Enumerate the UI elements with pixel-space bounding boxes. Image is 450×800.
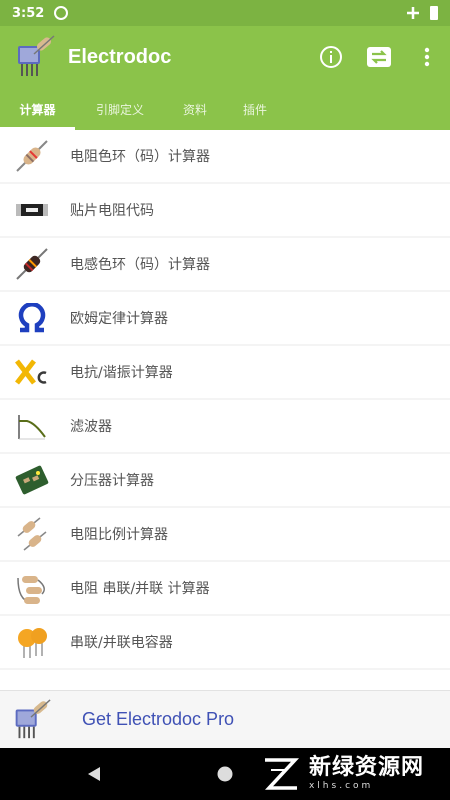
switch-icon xyxy=(367,47,391,67)
list-item-label: 贴片电阻代码 xyxy=(70,203,154,219)
list-item[interactable]: 分压器计算器 xyxy=(0,454,450,506)
filter-icon xyxy=(12,406,52,446)
status-right xyxy=(406,6,438,20)
list-item[interactable]: 串联/并联电容器 xyxy=(0,616,450,668)
resistor-series-parallel-icon xyxy=(12,568,52,608)
list-item-label: 欧姆定律计算器 xyxy=(70,311,168,327)
resistor-icon xyxy=(12,136,52,176)
nav-back-button[interactable] xyxy=(64,748,124,800)
inductor-icon xyxy=(12,244,52,284)
overflow-menu-button[interactable] xyxy=(414,44,440,70)
tab-resources[interactable]: 资料 xyxy=(165,88,225,130)
battery-icon xyxy=(430,6,438,20)
tab-pinouts[interactable]: 引脚定义 xyxy=(75,88,165,130)
tab-label: 计算器 xyxy=(19,102,56,117)
list-item-label: 串联/并联电容器 xyxy=(70,635,173,651)
list-item-label: 电阻 串联/并联 计算器 xyxy=(70,581,210,597)
list-item[interactable]: 电阻比例计算器 xyxy=(0,508,450,560)
list-item[interactable]: 电抗/谐振计算器 xyxy=(0,346,450,398)
calculator-list: 电阻色环（码）计算器 贴片电阻代码 电感色环（码）计算器 欧姆定律计算器 电抗/… xyxy=(0,130,450,690)
app-title: Electrodoc xyxy=(68,45,172,68)
watermark: 新绿资源网 xlhs.com xyxy=(261,752,424,796)
reactance-icon xyxy=(12,352,52,392)
app-logo-icon xyxy=(18,35,55,76)
signal-icon xyxy=(407,7,419,19)
list-item[interactable]: 电感色环（码）计算器 xyxy=(0,238,450,290)
list-item-label: 电阻色环（码）计算器 xyxy=(70,149,210,165)
home-icon xyxy=(217,766,233,782)
status-time: 3:52 xyxy=(12,5,45,21)
watermark-brand: 新绿资源网 xyxy=(308,755,424,780)
notification-icon xyxy=(54,6,69,20)
tab-bar: 计算器 引脚定义 资料 插件 xyxy=(0,88,450,130)
resistor-ratio-icon xyxy=(12,514,52,554)
app-bar-actions xyxy=(318,44,440,70)
status-bar: 3:52 xyxy=(0,0,450,26)
tab-calculators[interactable]: 计算器 xyxy=(0,88,75,130)
smd-resistor-icon xyxy=(12,190,52,230)
back-icon xyxy=(88,767,100,781)
app-bar: Electrodoc xyxy=(0,26,450,88)
ohm-icon xyxy=(12,298,52,338)
list-item[interactable]: 欧姆定律计算器 xyxy=(0,292,450,344)
list-item[interactable]: 滤波器 xyxy=(0,400,450,452)
list-item-partial[interactable] xyxy=(0,670,450,690)
more-vert-icon xyxy=(424,47,430,67)
pro-upgrade-label: Get Electrodoc Pro xyxy=(82,709,235,729)
info-button[interactable] xyxy=(318,44,344,70)
tab-label: 资料 xyxy=(182,102,207,117)
tab-label: 引脚定义 xyxy=(95,102,144,117)
watermark-domain: xlhs.com xyxy=(308,781,374,791)
switch-button[interactable] xyxy=(366,44,392,70)
list-item[interactable]: 电阻 串联/并联 计算器 xyxy=(0,562,450,614)
list-item-label: 分压器计算器 xyxy=(70,473,154,489)
tab-plugins[interactable]: 插件 xyxy=(225,88,285,130)
watermark-logo-icon xyxy=(264,758,299,790)
nav-home-button[interactable] xyxy=(195,748,255,800)
list-item-icon xyxy=(12,676,52,690)
list-item-label: 电感色环（码）计算器 xyxy=(70,257,210,273)
tab-label: 插件 xyxy=(242,102,267,117)
capacitor-icon xyxy=(12,622,52,662)
list-item-label: 电阻比例计算器 xyxy=(70,527,168,543)
list-item-label: 滤波器 xyxy=(70,419,112,435)
info-icon xyxy=(320,46,342,68)
list-item-label: 电抗/谐振计算器 xyxy=(70,365,173,381)
app-logo-icon xyxy=(15,698,51,738)
list-item[interactable]: 电阻色环（码）计算器 xyxy=(0,130,450,182)
pro-upgrade-banner[interactable]: Get Electrodoc Pro xyxy=(0,690,450,748)
list-item[interactable]: 贴片电阻代码 xyxy=(0,184,450,236)
divider-board-icon xyxy=(12,460,52,500)
